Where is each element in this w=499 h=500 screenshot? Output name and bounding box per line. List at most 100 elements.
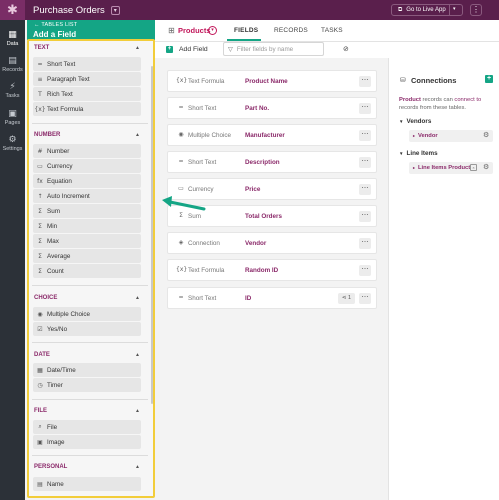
field-type-paragraph-text[interactable]: ≡ Paragraph Text [33, 72, 141, 86]
add-connection-button[interactable]: + [485, 75, 493, 83]
add-field-button[interactable]: Add Field [179, 46, 208, 53]
table-menu-caret-icon[interactable]: ▾ [208, 26, 217, 35]
collapse-caret-icon[interactable]: ▲ [135, 132, 140, 138]
field-type-sum[interactable]: Σ Sum [33, 204, 141, 218]
field-type-average[interactable]: Σ Average [33, 249, 141, 263]
field-type-label: Currency [47, 162, 73, 170]
field-row[interactable]: {x} Text Formula Product Name ⋯ [167, 70, 377, 92]
multiple-choice-icon: ◉ [178, 131, 184, 138]
field-options-icon[interactable]: ⋯ [359, 265, 371, 276]
field-type-equation[interactable]: fx Equation [33, 174, 141, 188]
rail-item-tasks[interactable]: ⚡ Tasks [0, 82, 25, 99]
desc-link: connect to [454, 97, 482, 103]
external-link-icon: ⧉ [398, 6, 403, 13]
connections-description: Product records can connect to records f… [399, 96, 494, 112]
field-type-min[interactable]: Σ Min [33, 219, 141, 233]
tab-tasks[interactable]: TASKS [321, 27, 343, 34]
radio-icon: ◉ [37, 310, 43, 318]
collapse-caret-icon[interactable]: ▲ [135, 408, 140, 414]
connection-item-vendor[interactable]: ▸ Vendor ⚙ [409, 130, 493, 142]
tab-fields[interactable]: FIELDS [234, 27, 258, 34]
field-options-icon[interactable]: ⋯ [359, 238, 371, 249]
close-icon[interactable]: × [470, 164, 477, 171]
rail-item-pages[interactable]: ▣ Pages [0, 109, 25, 126]
number-icon: # [37, 147, 43, 155]
field-type-label: Rich Text [47, 90, 73, 98]
field-row[interactable]: ◈ Connection Vendor ⋯ [167, 232, 377, 254]
field-row[interactable]: ◉ Multiple Choice Manufacturer ⋯ [167, 124, 377, 146]
tables-list-back-link[interactable]: ← TABLES LIST [34, 22, 77, 28]
connection-item-line-items-product[interactable]: ▸ Line Items Product × ⚙ [409, 162, 493, 174]
field-options-icon[interactable]: ⋯ [359, 184, 371, 195]
field-type-yes-no[interactable]: ☑ Yes/No [33, 322, 141, 336]
go-to-live-app-button[interactable]: ⧉ Go to Live App ▾ [391, 4, 463, 16]
field-type-number[interactable]: # Number [33, 144, 141, 158]
collapse-caret-icon[interactable]: ▲ [135, 464, 140, 470]
field-options-icon[interactable]: ⋯ [359, 76, 371, 87]
text-formula-icon: {x} [176, 77, 188, 84]
app-logo-icon[interactable]: ✱ [0, 0, 25, 20]
connection-label: Line Items Product [418, 165, 471, 171]
field-type-short-text[interactable]: ═ Short Text [33, 57, 141, 71]
divider [449, 5, 450, 15]
field-options-icon[interactable]: ⋯ [359, 130, 371, 141]
field-options-icon[interactable]: ⋯ [359, 157, 371, 168]
field-row[interactable]: {x} Text Formula Random ID ⋯ [167, 259, 377, 281]
field-name: Vendor [245, 240, 267, 247]
tab-records[interactable]: RECORDS [274, 27, 308, 34]
collapse-caret-icon[interactable]: ▲ [135, 45, 140, 51]
field-row[interactable]: ═ Short Text Part No. ⋯ [167, 97, 377, 119]
rail-item-data[interactable]: ▦ Data [0, 30, 25, 47]
field-name: Random ID [245, 267, 279, 274]
connection-group-line-items[interactable]: ▼ Line Items [399, 150, 438, 157]
field-options-icon[interactable]: ⋯ [359, 293, 371, 304]
connection-icon: ◈ [178, 239, 184, 246]
field-type-text-formula[interactable]: {x} Text Formula [33, 102, 141, 116]
hide-fields-icon[interactable]: ⊘ [343, 45, 349, 53]
collapse-caret-icon[interactable]: ▲ [135, 295, 140, 301]
field-type-file[interactable]: ⌕ File [33, 420, 141, 434]
field-name: Description [245, 159, 280, 166]
short-text-icon: ═ [179, 104, 183, 111]
field-type-timer[interactable]: ◷ Timer [33, 378, 141, 392]
field-name: ID [245, 295, 252, 302]
field-options-icon[interactable]: ⋯ [359, 211, 371, 222]
field-type: Short Text [188, 105, 217, 112]
table-header: ⊞ Products ▾ FIELDS RECORDS TASKS [155, 20, 499, 42]
filter-fields-input[interactable]: ▽ Filter fields by name [223, 42, 324, 56]
connection-group-vendors[interactable]: ▼ Vendors [399, 118, 431, 125]
go-live-caret-icon[interactable]: ▾ [453, 6, 456, 12]
field-type-max[interactable]: Σ Max [33, 234, 141, 248]
connection-count-badge[interactable]: ⋖ 1 [338, 293, 355, 304]
field-type-auto-increment[interactable]: ↑ Auto Increment [33, 189, 141, 203]
app-menu-caret-icon[interactable]: ▾ [110, 5, 120, 15]
rail-item-settings[interactable]: ⚙ Settings [0, 135, 25, 152]
field-type-rich-text[interactable]: T Rich Text [33, 87, 141, 101]
panel-scrollbar[interactable] [151, 66, 153, 404]
field-type: Short Text [188, 295, 217, 302]
more-options-icon[interactable]: ⋮ [470, 4, 482, 16]
field-name: Product Name [245, 78, 288, 85]
field-options-icon[interactable]: ⋯ [359, 103, 371, 114]
field-type-label: Text Formula [47, 105, 84, 113]
field-type-name[interactable]: ▤ Name [33, 477, 141, 491]
field-type-count[interactable]: Σ Count [33, 264, 141, 278]
field-type: Connection [188, 240, 220, 247]
field-type-date-time[interactable]: ▦ Date/Time [33, 363, 141, 377]
field-type: Text Formula [188, 267, 225, 274]
field-type-image[interactable]: ▣ Image [33, 435, 141, 449]
collapse-caret-icon[interactable]: ▲ [135, 352, 140, 358]
field-row[interactable]: ═ Short Text ID ⋖ 1 ⋯ [167, 287, 377, 309]
table-name[interactable]: Products [178, 26, 211, 35]
paragraph-icon: ≡ [37, 75, 43, 83]
rail-item-records[interactable]: ▤ Records [0, 56, 25, 73]
field-type-label: Paragraph Text [47, 75, 90, 83]
divider [32, 455, 148, 456]
gear-icon[interactable]: ⚙ [483, 163, 489, 171]
connections-title: Connections [411, 76, 457, 85]
add-field-icon[interactable]: + [166, 46, 173, 53]
gear-icon[interactable]: ⚙ [483, 131, 489, 139]
field-row[interactable]: ═ Short Text Description ⋯ [167, 151, 377, 173]
field-type-currency[interactable]: ▭ Currency [33, 159, 141, 173]
field-type-multiple-choice[interactable]: ◉ Multiple Choice [33, 307, 141, 321]
